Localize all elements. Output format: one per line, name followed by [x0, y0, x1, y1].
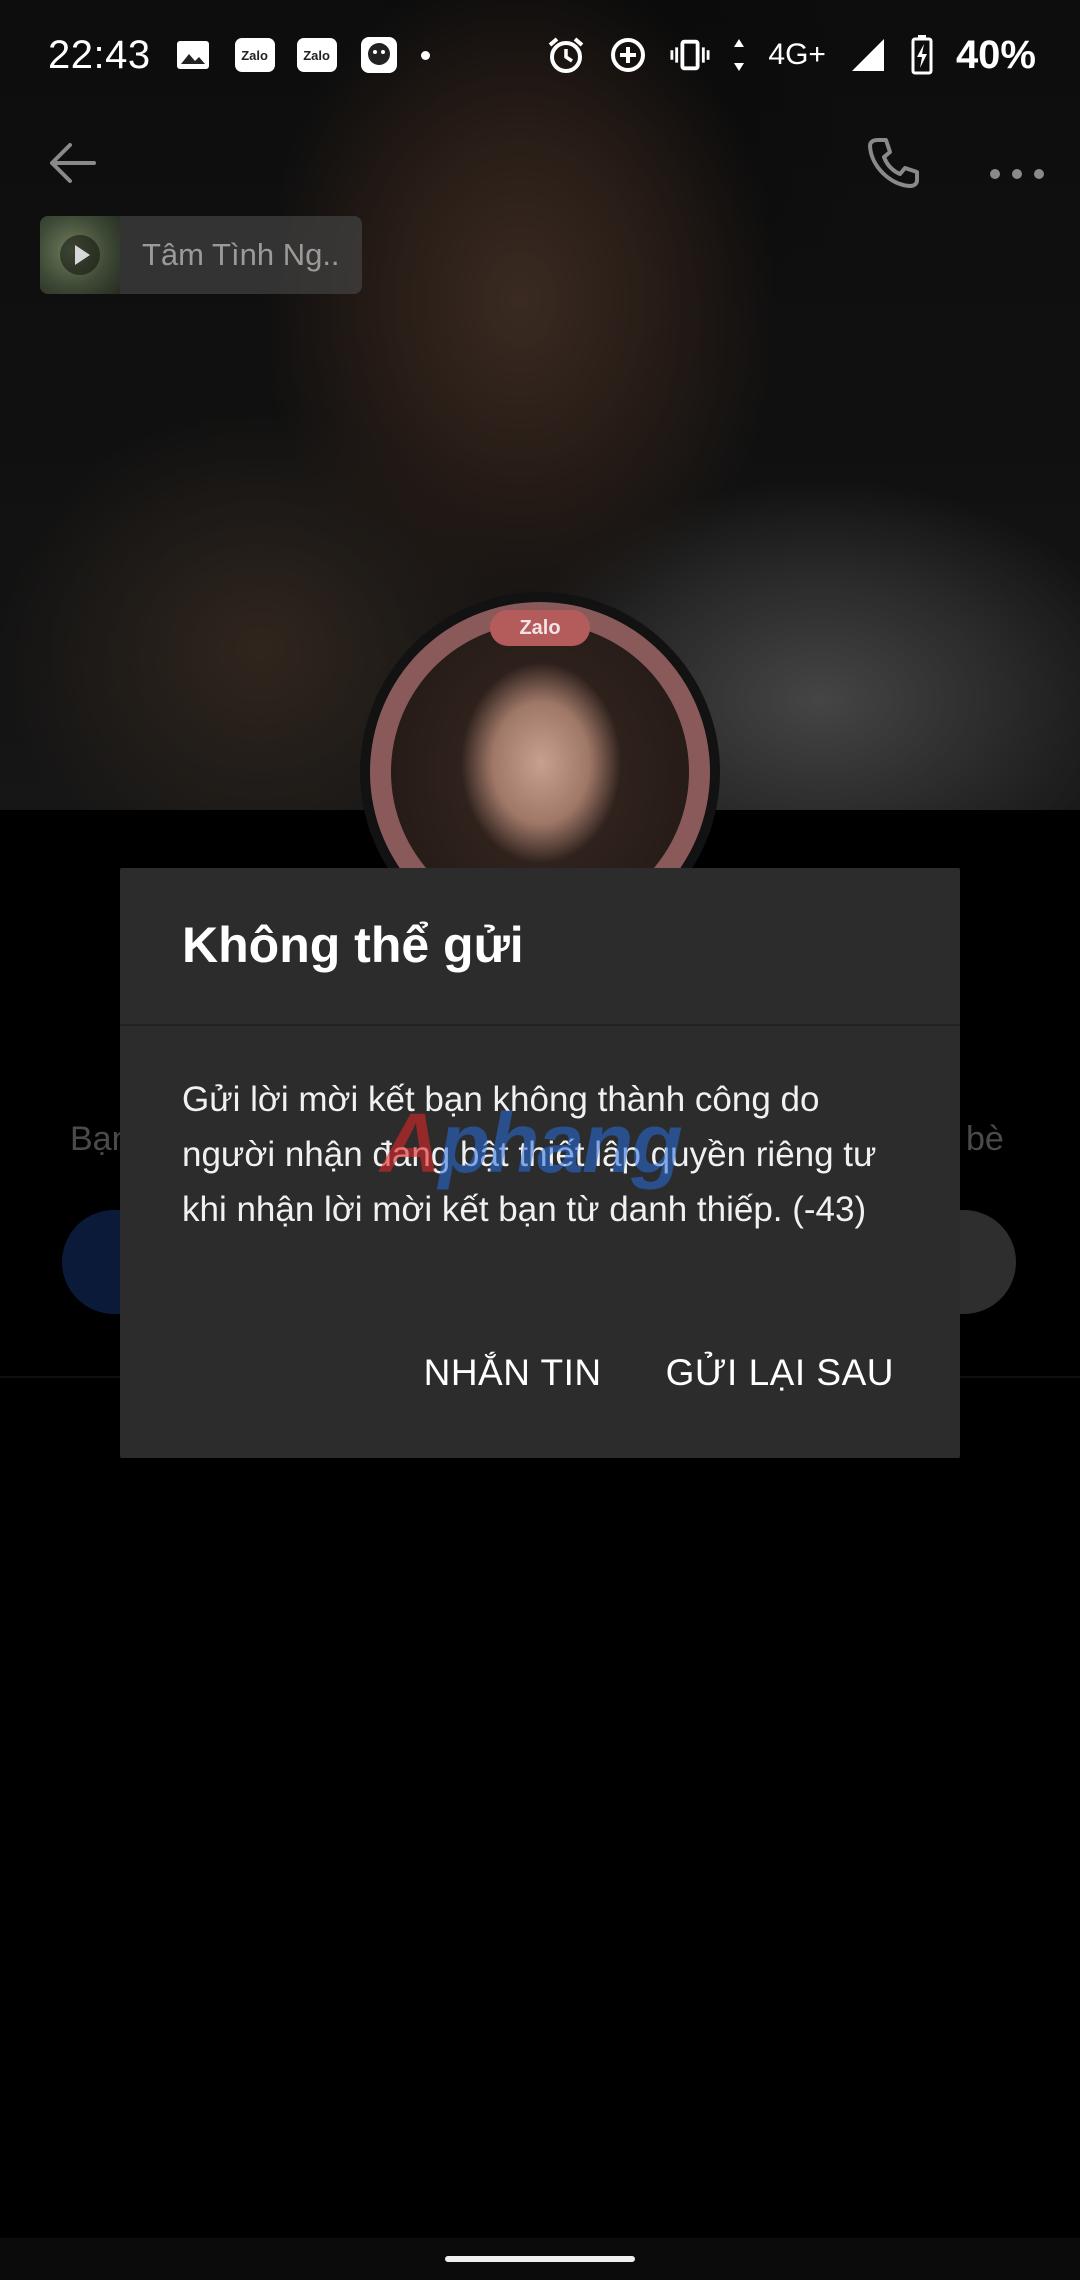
avatar-zalo-badge: Zalo — [490, 610, 590, 646]
app-bar — [0, 110, 1080, 220]
resend-later-button[interactable]: GỬI LẠI SAU — [666, 1352, 894, 1394]
more-dot-icon — [420, 50, 430, 60]
play-icon — [60, 235, 100, 275]
dialog-divider — [120, 1024, 960, 1026]
dialog-actions: NHẮN TIN GỬI LẠI SAU — [424, 1352, 894, 1394]
alarm-icon — [546, 35, 586, 75]
signal-icon — [848, 35, 888, 75]
battery-charging-icon — [910, 35, 934, 75]
music-thumbnail — [40, 216, 120, 294]
zalo-icon: Zalo — [296, 38, 337, 72]
send-message-button[interactable]: NHẮN TIN — [424, 1352, 602, 1394]
network-arrows-icon — [732, 35, 746, 75]
navigation-bar — [0, 2238, 1080, 2280]
image-icon — [173, 35, 213, 75]
status-time: 22:43 — [48, 32, 151, 77]
status-bar: 22:43 Zalo Zalo 4G+ 40% — [0, 0, 1080, 110]
vibrate-icon — [670, 35, 710, 75]
avatar-app-icon — [359, 35, 399, 75]
status-bar-left: 22:43 Zalo Zalo — [48, 33, 430, 78]
phone-icon[interactable] — [860, 130, 926, 196]
data-saver-icon — [608, 35, 648, 75]
status-bar-right: 4G+ 40% — [546, 33, 1036, 78]
back-arrow-icon[interactable] — [40, 130, 106, 196]
zalo-icon: Zalo — [234, 38, 275, 72]
more-dots-icon[interactable] — [984, 130, 1050, 196]
profile-music-chip[interactable]: Tâm Tình Ng.. — [40, 216, 362, 294]
battery-level: 40% — [955, 32, 1036, 77]
dialog-title: Không thể gửi — [182, 917, 524, 973]
home-gesture-handle[interactable] — [445, 2256, 635, 2262]
profile-status-text-right: bè — [966, 1120, 1004, 1158]
music-title: Tâm Tình Ng.. — [142, 237, 340, 272]
watermark-logo: Aphang — [380, 1096, 683, 1190]
screen: 22:43 Zalo Zalo 4G+ 40% Tâm Tình Ng.. Za… — [0, 0, 1080, 2280]
network-type: 4G+ — [768, 38, 826, 71]
